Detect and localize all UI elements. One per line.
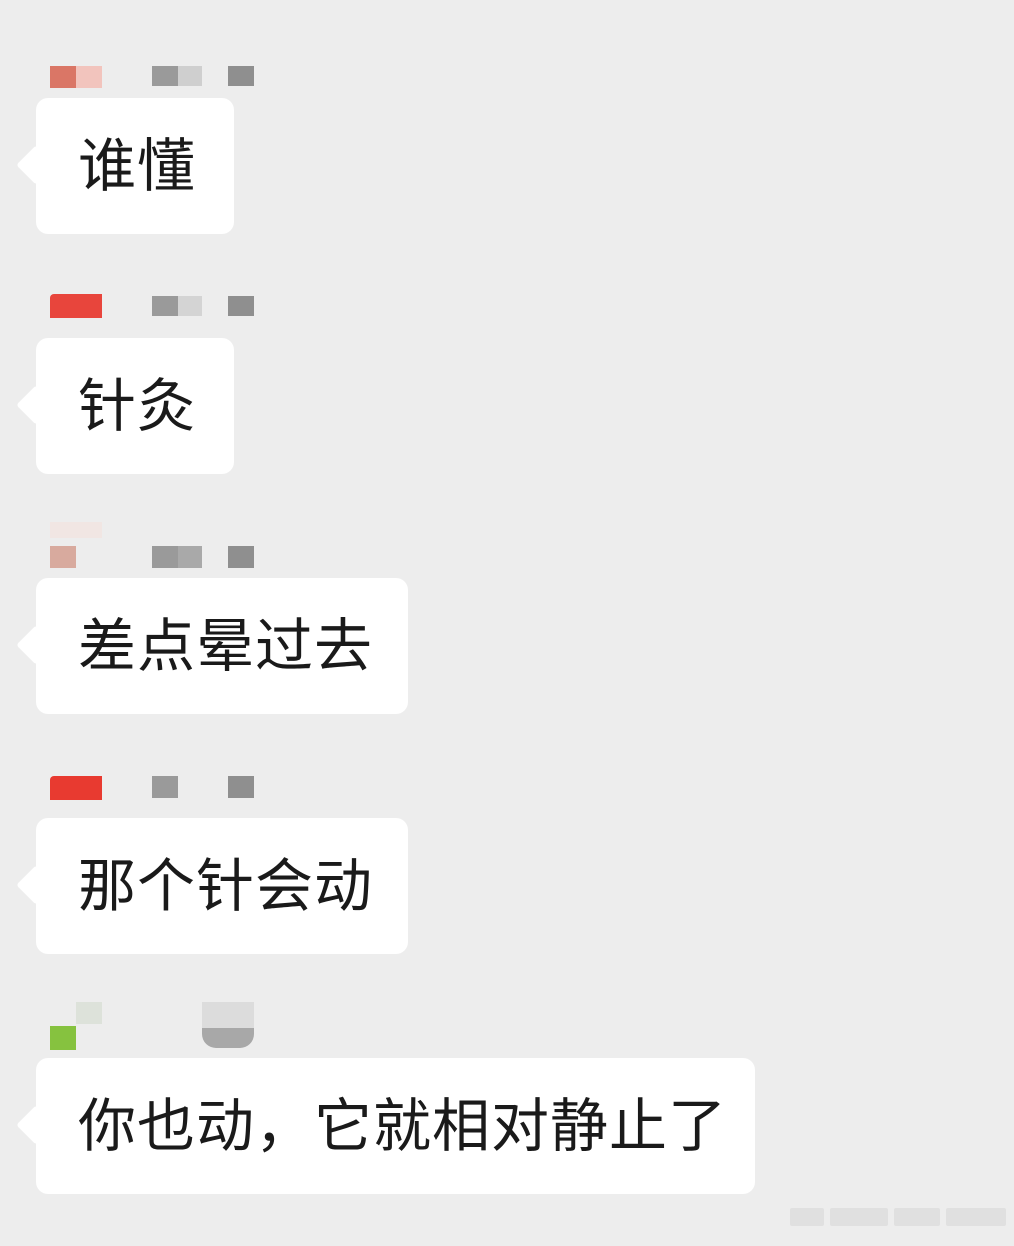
message-bubble[interactable]: 谁懂 bbox=[36, 98, 234, 234]
avatar[interactable] bbox=[50, 1026, 76, 1050]
chat-message: 针灸 bbox=[0, 286, 1014, 526]
message-bubble[interactable]: 那个针会动 bbox=[36, 818, 408, 954]
chat-message: 那个针会动 bbox=[0, 766, 1014, 1006]
sender-name-blurred bbox=[50, 46, 260, 88]
sender-name-blurred bbox=[50, 766, 260, 800]
message-text: 谁懂 bbox=[78, 132, 197, 200]
message-bubble[interactable]: 差点晕过去 bbox=[36, 578, 408, 714]
chat-message: 差点晕过去 bbox=[0, 522, 1014, 766]
message-text: 那个针会动 bbox=[78, 852, 374, 920]
chat-message: 谁懂 bbox=[0, 46, 1014, 286]
message-text: 差点晕过去 bbox=[78, 612, 374, 680]
sender-name-blurred bbox=[50, 522, 260, 568]
message-bubble[interactable]: 针灸 bbox=[36, 338, 234, 474]
avatar[interactable] bbox=[50, 66, 76, 88]
watermark-blurred bbox=[790, 1206, 1008, 1228]
message-text: 针灸 bbox=[78, 372, 197, 440]
sender-name-blurred bbox=[50, 1002, 260, 1050]
avatar[interactable] bbox=[50, 546, 76, 568]
message-text: 你也动，它就相对静止了 bbox=[78, 1092, 728, 1160]
avatar[interactable] bbox=[50, 294, 102, 318]
avatar[interactable] bbox=[50, 776, 102, 800]
message-bubble[interactable]: 你也动，它就相对静止了 bbox=[36, 1058, 755, 1194]
chat-area[interactable]: 谁懂 针灸 差点晕过去 那个针会动 你也动，它就相对静止了 bbox=[0, 0, 1014, 1246]
sender-name-blurred bbox=[50, 286, 260, 320]
